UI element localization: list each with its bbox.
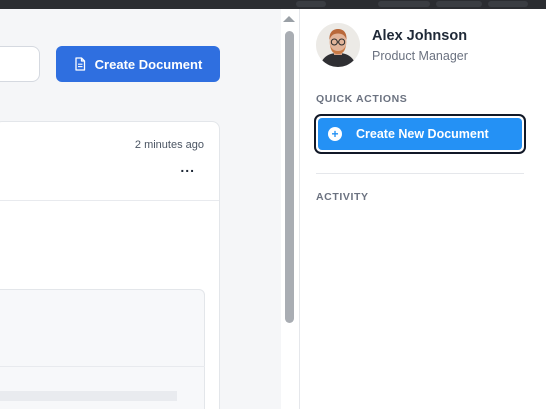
preview-line xyxy=(0,391,177,401)
quick-actions-heading: QUICK ACTIONS xyxy=(316,93,408,105)
scroll-up-arrow-icon[interactable] xyxy=(283,16,295,22)
activity-heading: ACTIVITY xyxy=(316,191,369,203)
scrollbar-thumb[interactable] xyxy=(285,31,294,323)
main-content: Create Document 2 minutes ago ... xyxy=(0,9,281,409)
create-new-document-label: Create New Document xyxy=(356,127,489,141)
top-window-strip xyxy=(0,0,546,9)
window-tab[interactable] xyxy=(296,1,326,7)
plus-circle-icon: + xyxy=(328,127,342,141)
create-new-document-button[interactable]: + Create New Document xyxy=(314,114,526,154)
sidebar-divider xyxy=(316,173,524,174)
more-horizontal-icon[interactable]: ... xyxy=(180,160,195,174)
timestamp: 2 minutes ago xyxy=(134,139,204,151)
card-preview xyxy=(0,289,205,409)
preview-divider xyxy=(0,366,205,367)
search-input[interactable] xyxy=(0,46,40,82)
document-icon xyxy=(74,57,86,71)
window-tab[interactable] xyxy=(378,1,430,7)
right-sidebar: Alex Johnson Product Manager QUICK ACTIO… xyxy=(299,9,546,409)
document-card: 2 minutes ago ... xyxy=(0,121,220,409)
window-tab[interactable] xyxy=(436,1,482,7)
avatar[interactable] xyxy=(316,23,360,67)
create-document-button[interactable]: Create Document xyxy=(56,46,220,82)
card-divider xyxy=(0,200,219,201)
window-tab[interactable] xyxy=(488,1,528,7)
user-role: Product Manager xyxy=(372,49,468,63)
user-name: Alex Johnson xyxy=(372,28,468,44)
create-document-label: Create Document xyxy=(94,56,203,72)
